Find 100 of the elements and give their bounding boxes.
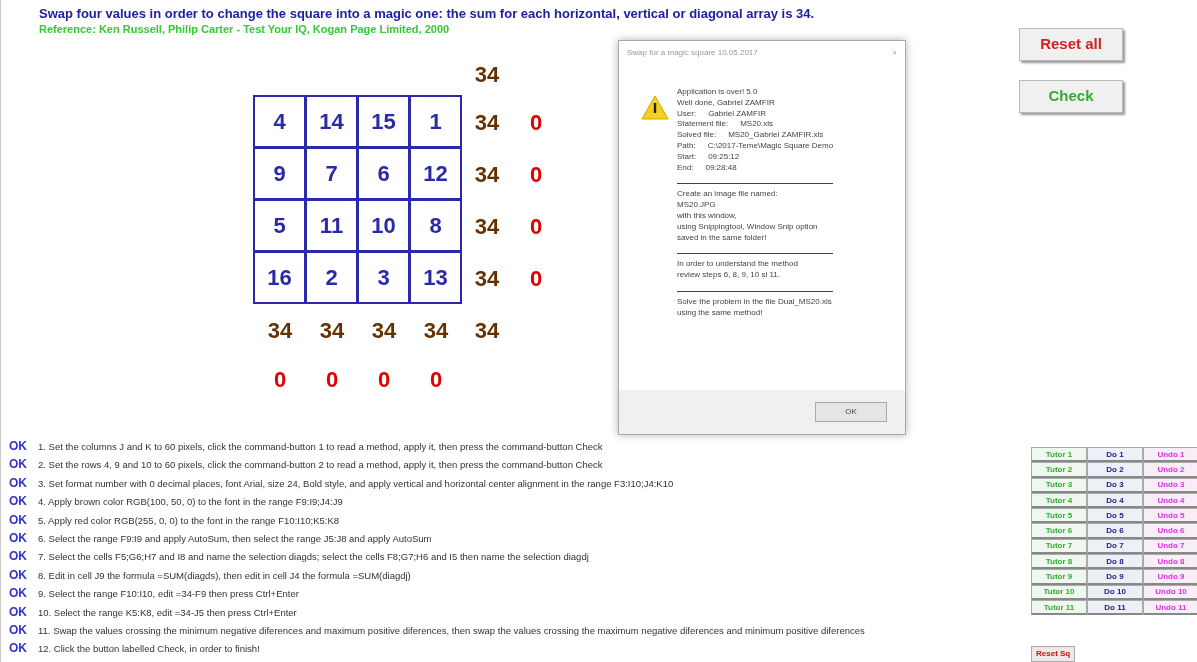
do-button[interactable]: Do 2 [1087,462,1143,478]
status-label: OK [9,621,28,639]
square-cell: 6 [357,147,410,200]
do-button[interactable]: Do 6 [1087,523,1143,539]
row-sum: 34 [473,160,501,189]
dialog-text: Solve the problem in the file Dual_MS20.xls [677,296,833,308]
field-label: Statement file: [677,119,729,131]
step-text: 5. Apply red color RGB(255, 0, 0) to the font in the range F10:I10;K5:K8 [38,513,339,528]
status-label: OK [9,474,28,492]
column-sum: 34 [370,316,398,345]
field-label: Start: [677,151,697,163]
field-label: Path: [677,141,696,152]
column-difference: 0 [428,365,444,394]
square-cell: 8 [409,199,462,252]
square-cell: 5 [253,199,306,252]
undo-button[interactable]: Undo 2 [1143,462,1197,478]
undo-button[interactable]: Undo 5 [1143,508,1197,524]
warning-icon [641,95,669,120]
field-value: MS20_Gabriel ZAMFIR.xls [728,130,824,141]
undo-button[interactable]: Undo 6 [1143,523,1197,539]
square-cell: 9 [253,147,306,200]
tutor-button[interactable]: Tutor 8 [1031,554,1087,570]
row-difference: 0 [528,212,544,241]
field-label: User: [677,108,697,120]
column-difference: 0 [376,365,392,394]
column-difference: 0 [324,365,340,394]
square-cell: 2 [305,251,358,304]
reference-text: Reference: Ken Russell, Philip Carter - Test Your IQ, Kogan Page Limited, 2000 [38,22,451,36]
square-cell: 1 [409,95,462,148]
undo-button[interactable]: Undo 1 [1143,447,1197,463]
status-label: OK [9,640,28,658]
tutor-button[interactable]: Tutor 1 [1031,447,1087,463]
step-text: 12. Click the button labelled Check, in order to finish! [38,642,260,657]
square-cell: 15 [357,95,410,148]
step-text: 2. Set the rows 4, 9 and 10 to 60 pixels, click the command-button 2 to read a method, apply it, then press the command-button Check [38,458,603,473]
do-button[interactable]: Do 5 [1087,508,1143,524]
diagonal-sum: 34 [473,316,501,345]
row-difference: 0 [528,264,544,293]
column-sum: 34 [422,316,450,345]
reset-button[interactable]: Reset all [1019,28,1123,61]
undo-button[interactable]: Undo 9 [1143,569,1197,585]
dialog-text: using Snippingtool, Window Snip option [677,221,819,233]
step-text: 7. Select the cells F5;G6;H7 and I8 and name the selection diagds; select the cells F8;G7;H6 and I5 then name the selection diagdj [38,550,589,565]
dialog-text: Create an image file named: [677,189,779,201]
tutor-button[interactable]: Tutor 2 [1031,462,1087,478]
undo-button[interactable]: Undo 8 [1143,554,1197,570]
dialog-text: saved in the same folder! [677,232,768,244]
status-label: OK [9,456,28,474]
reset-square-button[interactable]: Reset Sq [1031,646,1076,662]
field-value: MS20.xls [740,119,774,131]
step-text: 9. Select the range F10:I10, edit =34-F9 then press Ctrl+Enter [38,587,299,602]
do-button[interactable]: Do 9 [1087,569,1143,585]
status-label: OK [9,585,28,603]
square-cell: 11 [305,199,358,252]
do-button[interactable]: Do 8 [1087,554,1143,570]
dialog-text: In order to understand the method [677,259,799,271]
row-difference: 0 [528,108,544,137]
field-value: 09:25:12 [708,151,740,163]
row-sum: 34 [473,108,501,137]
column-difference: 0 [272,365,288,394]
step-text: 10. Select the range K5:K8, edit =34-J5 then press Ctrl+Enter [38,605,297,620]
row-sum: 34 [473,212,501,241]
column-sum: 34 [266,316,294,345]
square-cell: 16 [253,251,306,304]
square-cell: 10 [357,199,410,252]
field-value: C:\2017-Teme\Magic Square Demo [707,141,834,152]
diagonal-sum: 34 [473,60,501,89]
step-text: 8. Edit in cell J9 the formula =SUM(diagds), then edit in cell J4 the formula =SUM(diagdj) [38,568,411,583]
status-label: OK [9,548,28,566]
dialog-text: using the same method! [677,307,764,319]
square-cell: 12 [409,147,462,200]
tutor-button[interactable]: Tutor 9 [1031,569,1087,585]
heading: Swap four values in order to change the square into a magic one: the sum for each horizontal, vertical or diagonal array is 34. [38,5,816,22]
field-value: Gabriel ZAMFIR [708,108,766,120]
row-difference: 0 [528,160,544,189]
ok-button[interactable]: OK [815,402,887,422]
status-label: OK [9,493,28,511]
field-label: Solved file: [677,130,717,141]
status-label: OK [9,438,28,455]
square-cell: 3 [357,251,410,304]
square-cell: 14 [305,95,358,148]
status-label: OK [9,511,28,529]
dialog-text: with this window, [677,210,738,222]
check-button[interactable]: Check [1019,80,1123,113]
row-sum: 34 [473,264,501,293]
status-label: OK [9,529,28,547]
tutor-button[interactable]: Tutor 5 [1031,508,1087,524]
dialog-text: MS20.JPG [677,200,717,211]
square-cell: 13 [409,251,462,304]
field-label: End: [677,162,694,174]
dialog-text: review steps 6, 8, 9, 10 și 11. [677,270,781,281]
close-button[interactable]: × [892,47,897,59]
status-label: OK [9,566,28,584]
do-button[interactable]: Do 1 [1087,447,1143,463]
step-text: 6. Select the range F9:I9 and apply AutoSum, then select the range J5:J8 and apply AutoSum [38,531,432,546]
status-label: OK [9,603,28,621]
square-cell: 7 [305,147,358,200]
dialog-title: Swap for a magic square 10.05.2017 [627,47,758,59]
tutor-button[interactable]: Tutor 6 [1031,523,1087,539]
step-text: 1. Set the columns J and K to 60 pixels, click the command-button 1 to read a method, apply it, then press the command-button Check [38,440,603,454]
